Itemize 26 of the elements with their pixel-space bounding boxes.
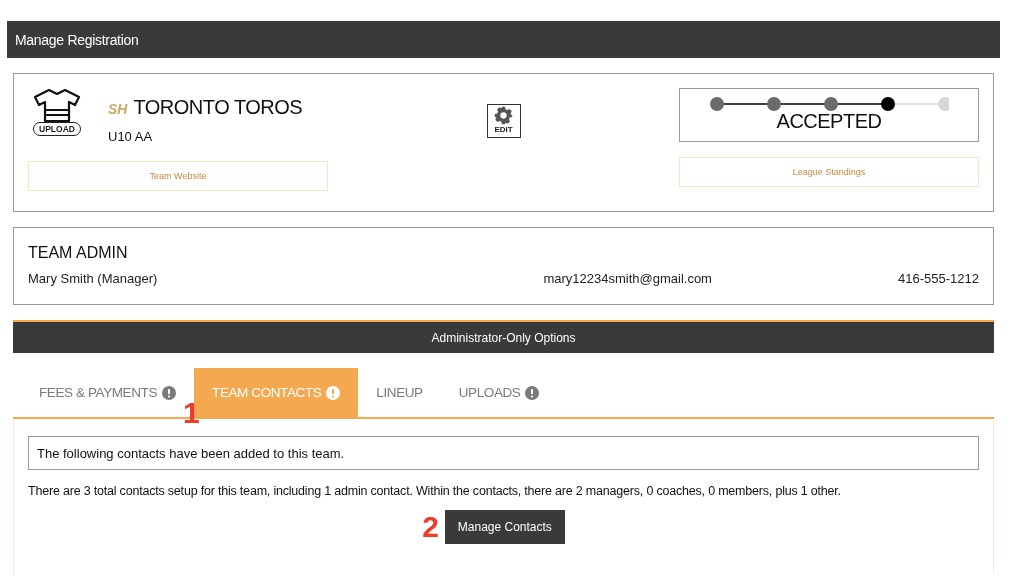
edit-button[interactable]: EDIT: [486, 104, 521, 138]
contacts-summary: There are 3 total contacts setup for this team, including 1 admin contact. Within the contacts, there are 2 managers, 0 coaches, 0 members, plus 1 other.: [28, 484, 842, 498]
alert-icon: [326, 385, 341, 400]
team-logo: SH: [108, 101, 128, 117]
team-division: U10 AA: [108, 129, 154, 144]
admin-name: Mary Smith (Manager): [28, 271, 158, 286]
gear-icon: [494, 106, 513, 125]
admin-options-bar[interactable]: Administrator-Only Options: [13, 320, 994, 353]
manage-contacts-button[interactable]: Manage Contacts: [444, 510, 565, 544]
admin-options-label: Administrator-Only Options: [431, 330, 576, 345]
notice-text: The following contacts have been added to this team.: [37, 445, 345, 461]
tab[interactable]: UPLOADS: [440, 368, 558, 417]
page-title: Manage Registration: [15, 31, 139, 48]
team-name: TORONTO TOROS: [133, 96, 303, 119]
section-title: TEAM ADMIN: [28, 244, 129, 262]
status-label: ACCEPTED: [776, 110, 882, 133]
jersey-icon: [32, 88, 82, 122]
league-standings-button[interactable]: League Standings: [679, 157, 979, 187]
team-website-button[interactable]: Team Website: [28, 161, 328, 191]
admin-email: mary12234smith@gmail.com: [543, 271, 712, 286]
alert-icon: [525, 385, 540, 400]
annotation-number: 2: [422, 512, 439, 542]
alert-icon: [162, 385, 177, 400]
tab[interactable]: LINEUP: [358, 368, 441, 417]
jersey-upload-button[interactable]: UPLOAD: [28, 88, 86, 161]
admin-phone: 416-555-1212: [898, 271, 979, 286]
